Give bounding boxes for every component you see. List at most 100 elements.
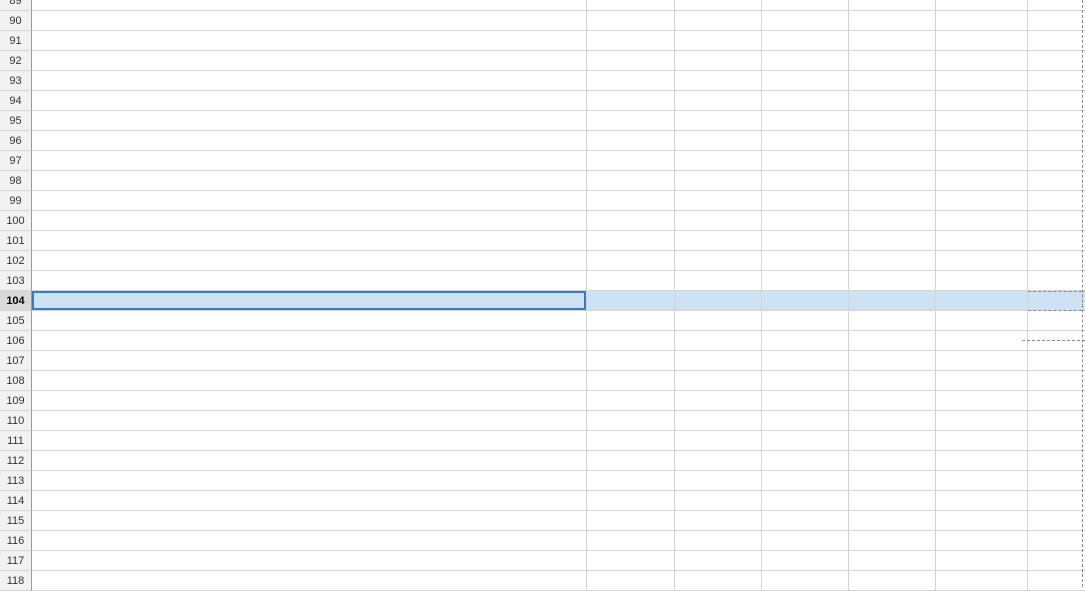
empty-cell[interactable] xyxy=(1028,71,1085,91)
empty-cell[interactable] xyxy=(1028,91,1085,111)
price-cell[interactable] xyxy=(587,471,675,491)
price-cell[interactable] xyxy=(587,191,675,211)
price-cell[interactable] xyxy=(762,111,849,131)
price-cell[interactable] xyxy=(675,71,762,91)
price-cell[interactable] xyxy=(675,0,762,11)
product-name-cell[interactable] xyxy=(32,231,587,251)
price-cell[interactable] xyxy=(587,31,675,51)
price-cell[interactable] xyxy=(675,11,762,31)
price-cell[interactable] xyxy=(936,191,1028,211)
price-cell[interactable] xyxy=(762,51,849,71)
row-header[interactable]: 90 xyxy=(0,11,32,31)
product-name-cell[interactable] xyxy=(32,131,587,151)
price-cell[interactable] xyxy=(762,311,849,331)
row-header[interactable]: 111 xyxy=(0,431,32,451)
price-cell[interactable] xyxy=(675,391,762,411)
row-header[interactable]: 105 xyxy=(0,311,32,331)
price-cell[interactable] xyxy=(936,171,1028,191)
product-name-cell[interactable] xyxy=(32,151,587,171)
empty-cell[interactable] xyxy=(1028,451,1085,471)
price-cell[interactable] xyxy=(587,311,675,331)
product-name-cell[interactable] xyxy=(32,431,587,451)
row-header[interactable]: 112 xyxy=(0,451,32,471)
row-header[interactable]: 89 xyxy=(0,0,32,11)
price-cell[interactable] xyxy=(675,411,762,431)
price-cell[interactable] xyxy=(675,291,762,311)
price-cell[interactable] xyxy=(587,331,675,351)
empty-cell[interactable] xyxy=(1028,511,1085,531)
product-name-cell[interactable] xyxy=(32,371,587,391)
price-cell[interactable] xyxy=(675,251,762,271)
product-name-cell[interactable] xyxy=(32,571,587,591)
price-cell[interactable] xyxy=(936,11,1028,31)
price-cell[interactable] xyxy=(762,511,849,531)
product-name-cell[interactable] xyxy=(32,531,587,551)
product-name-cell[interactable] xyxy=(32,411,587,431)
price-cell[interactable] xyxy=(936,131,1028,151)
product-name-cell[interactable] xyxy=(32,71,587,91)
empty-cell[interactable] xyxy=(1028,51,1085,71)
empty-cell[interactable] xyxy=(1028,251,1085,271)
price-cell[interactable] xyxy=(849,431,936,451)
price-cell[interactable] xyxy=(675,51,762,71)
price-cell[interactable] xyxy=(849,171,936,191)
row-header[interactable]: 102 xyxy=(0,251,32,271)
product-name-cell[interactable] xyxy=(32,171,587,191)
price-cell[interactable] xyxy=(762,271,849,291)
price-cell[interactable] xyxy=(675,471,762,491)
empty-cell[interactable] xyxy=(1028,271,1085,291)
price-cell[interactable] xyxy=(675,91,762,111)
price-cell[interactable] xyxy=(762,571,849,591)
empty-cell[interactable] xyxy=(1028,471,1085,491)
price-cell[interactable] xyxy=(587,51,675,71)
empty-cell[interactable] xyxy=(1028,371,1085,391)
price-cell[interactable] xyxy=(675,491,762,511)
empty-cell[interactable] xyxy=(1028,331,1085,351)
price-cell[interactable] xyxy=(675,431,762,451)
price-cell[interactable] xyxy=(936,231,1028,251)
empty-cell[interactable] xyxy=(1028,231,1085,251)
empty-cell[interactable] xyxy=(1028,491,1085,511)
price-cell[interactable] xyxy=(587,91,675,111)
price-cell[interactable] xyxy=(675,311,762,331)
price-cell[interactable] xyxy=(936,151,1028,171)
price-cell[interactable] xyxy=(587,411,675,431)
row-header[interactable]: 99 xyxy=(0,191,32,211)
price-cell[interactable] xyxy=(587,431,675,451)
empty-cell[interactable] xyxy=(1028,11,1085,31)
price-cell[interactable] xyxy=(587,291,675,311)
price-cell[interactable] xyxy=(587,271,675,291)
price-cell[interactable] xyxy=(849,91,936,111)
product-name-cell[interactable] xyxy=(32,51,587,71)
price-cell[interactable] xyxy=(936,331,1028,351)
row-header[interactable]: 118 xyxy=(0,571,32,591)
price-cell[interactable] xyxy=(849,451,936,471)
empty-cell[interactable] xyxy=(1028,151,1085,171)
row-header[interactable]: 115 xyxy=(0,511,32,531)
price-cell[interactable] xyxy=(675,171,762,191)
price-cell[interactable] xyxy=(587,511,675,531)
product-name-cell[interactable] xyxy=(32,211,587,231)
price-cell[interactable] xyxy=(762,411,849,431)
price-cell[interactable] xyxy=(762,91,849,111)
price-cell[interactable] xyxy=(849,211,936,231)
price-cell[interactable] xyxy=(849,411,936,431)
price-cell[interactable] xyxy=(762,211,849,231)
price-cell[interactable] xyxy=(849,11,936,31)
price-cell[interactable] xyxy=(762,171,849,191)
price-cell[interactable] xyxy=(849,251,936,271)
price-cell[interactable] xyxy=(762,251,849,271)
price-cell[interactable] xyxy=(675,551,762,571)
row-header[interactable]: 114 xyxy=(0,491,32,511)
price-cell[interactable] xyxy=(762,0,849,11)
price-cell[interactable] xyxy=(762,431,849,451)
price-cell[interactable] xyxy=(936,511,1028,531)
price-cell[interactable] xyxy=(675,191,762,211)
empty-cell[interactable] xyxy=(1028,351,1085,371)
row-header[interactable]: 113 xyxy=(0,471,32,491)
price-cell[interactable] xyxy=(675,211,762,231)
price-cell[interactable] xyxy=(849,531,936,551)
price-cell[interactable] xyxy=(675,571,762,591)
row-header[interactable]: 95 xyxy=(0,111,32,131)
row-header[interactable]: 108 xyxy=(0,371,32,391)
